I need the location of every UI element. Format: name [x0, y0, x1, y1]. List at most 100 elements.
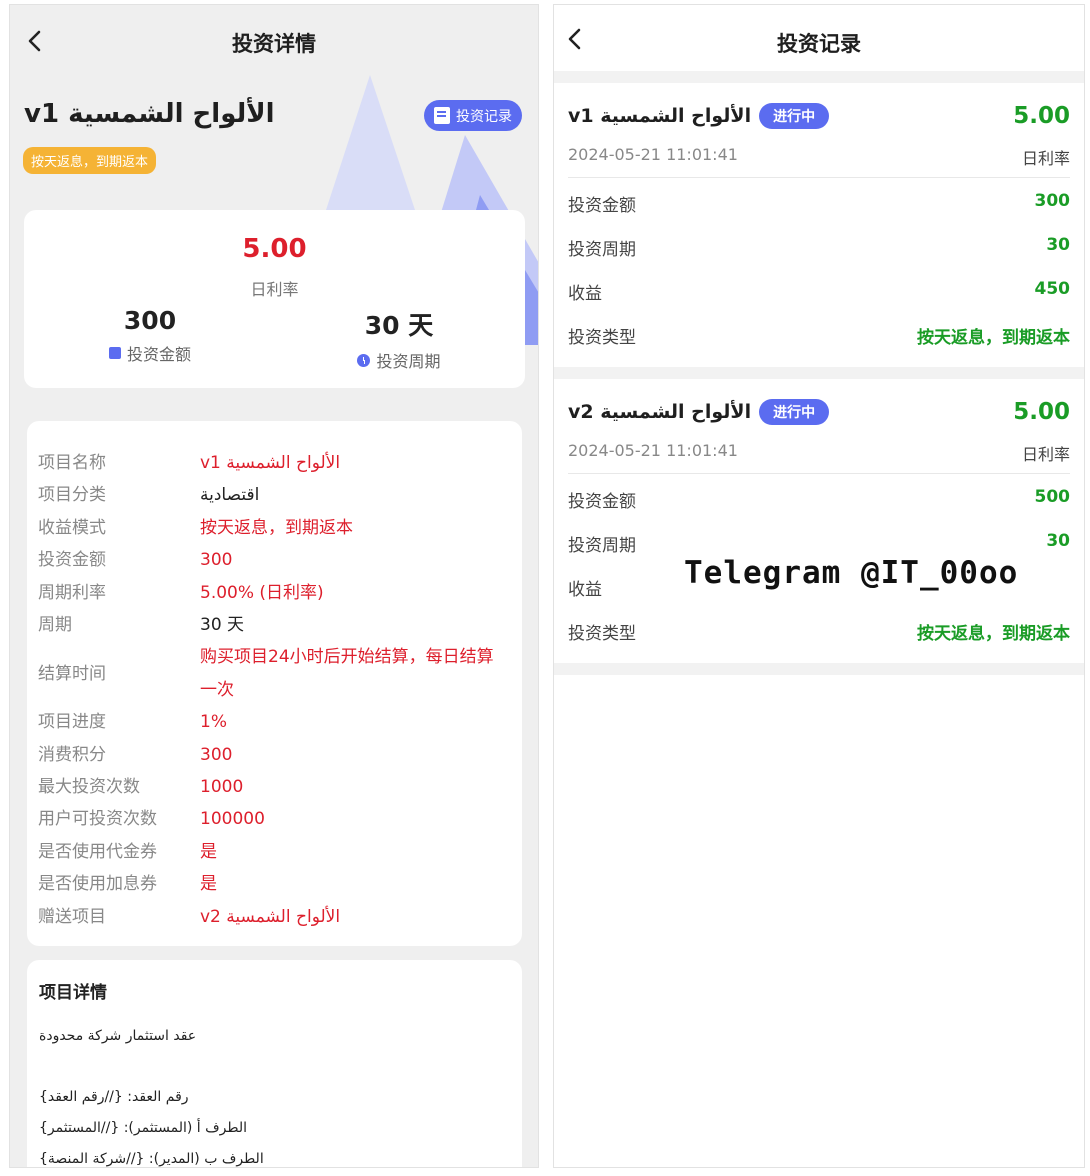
info-value: 1000	[200, 777, 244, 798]
record-rate-label: 日利率	[1021, 149, 1070, 168]
record-time: 2024-05-21 11:01:41	[568, 441, 738, 460]
info-key: 结算时间	[38, 663, 106, 684]
row-key: 收益	[568, 580, 602, 600]
info-value: 1%	[200, 712, 227, 733]
document-icon	[434, 107, 450, 124]
row-key: 投资金额	[568, 492, 636, 512]
info-value: 5.00% (日利率)	[200, 582, 324, 603]
detail-line: رقم العقد: {//رقم العقد}	[39, 1089, 189, 1105]
investment-record-label: 投资记录	[456, 108, 512, 125]
detail-line: عقد استثمار شركة محدودة	[39, 1028, 197, 1044]
info-key: 用户可投资次数	[38, 809, 157, 830]
record-row: 投资金额 500	[568, 487, 1070, 512]
summary-card: 5.00 日利率 300 投资金额 30 天 投资周期	[24, 210, 525, 388]
row-key: 收益	[568, 284, 602, 304]
row-value: 450	[1034, 279, 1071, 299]
row-value: 300	[1034, 191, 1071, 211]
info-key: 是否使用加息券	[38, 874, 157, 895]
info-key: 赠送项目	[38, 906, 106, 927]
record-row: 投资金额 300	[568, 191, 1070, 216]
row-key: 投资类型	[568, 328, 636, 348]
row-key: 投资金额	[568, 196, 636, 216]
info-row: 结算时间 购买项目24小时后开始结算，每日结算一次	[27, 641, 522, 706]
info-row: 项目进度 1%	[27, 706, 522, 738]
info-row: 最大投资次数 1000	[27, 771, 522, 803]
info-key: 周期	[38, 615, 72, 636]
daily-rate-value: 5.00	[242, 234, 307, 264]
record-card[interactable]: v2 الألواح الشمسية 进行中 5.00 2024-05-21 1…	[554, 379, 1084, 663]
info-row: 周期利率 5.00% (日利率)	[27, 577, 522, 609]
investment-records-screen: 投资记录 v1 الألواح الشمسية 进行中 5.00 2024-05…	[553, 4, 1085, 1168]
clock-icon	[357, 353, 371, 367]
daily-rate-label: 日利率	[250, 280, 299, 299]
info-row: 消费积分 300	[27, 739, 522, 771]
period-value: 30 天	[364, 311, 434, 340]
info-card: 项目名称 v1 الألواح الشمسية 项目分类 اقتصادية 收益模式…	[27, 421, 522, 946]
info-row: 项目名称 v1 الألواح الشمسية	[27, 447, 522, 479]
telegram-watermark: Telegram @IT_00oo	[684, 555, 1019, 591]
info-row: 赠送项目 v2 الألواح الشمسية	[27, 901, 522, 933]
row-value: 30	[1046, 531, 1070, 551]
row-key: 投资类型	[568, 624, 636, 644]
info-key: 收益模式	[38, 517, 106, 538]
info-row: 是否使用代金券 是	[27, 836, 522, 868]
info-key: 周期利率	[38, 582, 106, 603]
header: 投资详情	[10, 5, 538, 77]
record-row: 投资类型 按天返息，到期返本	[568, 619, 1070, 644]
row-key: 投资周期	[568, 240, 636, 260]
record-row: 投资周期 30	[568, 235, 1070, 260]
amount-label: 投资金额	[126, 345, 191, 364]
row-value: 按天返息，到期返本	[917, 328, 1070, 348]
info-key: 项目名称	[38, 453, 106, 473]
header: 投资记录	[554, 5, 1084, 71]
period-label: 投资周期	[376, 352, 441, 371]
database-icon	[108, 347, 121, 359]
info-key: 是否使用代金券	[38, 841, 157, 862]
info-value: 购买项目24小时后开始结算，每日结算一次	[200, 647, 494, 700]
divider	[554, 663, 1084, 675]
record-row: 投资类型 按天返息，到期返本	[568, 323, 1070, 348]
record-rate: 5.00	[1013, 103, 1070, 129]
info-key: 消费积分	[38, 744, 106, 765]
row-key: 投资周期	[568, 536, 636, 556]
info-key: 项目分类	[38, 485, 106, 506]
amount-value: 300	[123, 306, 177, 335]
investment-record-button[interactable]: 投资记录	[424, 100, 522, 131]
row-value: 500	[1034, 487, 1071, 507]
project-detail-card: 项目详情 عقد استثمار شركة محدودة رقم العقد: …	[27, 960, 522, 1167]
record-row: 收益 450	[568, 279, 1070, 304]
record-row: 投资周期 30	[568, 531, 1070, 556]
info-row: 项目分类 اقتصادية	[27, 479, 522, 511]
product-name: v1 الألواح الشمسية	[24, 99, 275, 129]
info-row: 用户可投资次数 100000	[27, 803, 522, 835]
row-value: 按天返息，到期返本	[917, 624, 1070, 644]
page-title: 投资详情	[232, 32, 316, 56]
status-badge: 进行中	[759, 399, 830, 425]
record-rate: 5.00	[1013, 399, 1070, 425]
record-time: 2024-05-21 11:01:41	[568, 145, 738, 164]
info-row: 投资金额 300	[27, 544, 522, 576]
info-value: 按天返息，到期返本	[200, 517, 353, 538]
period-stat: 30 天 投资周期	[279, 306, 519, 372]
amount-stat: 300 投资金额	[30, 306, 270, 365]
divider	[554, 367, 1084, 379]
detail-line: الطرف ب (المدير): {//شركة المنصة}	[39, 1151, 264, 1167]
row-value: 30	[1046, 235, 1070, 255]
page-title: 投资记录	[777, 32, 861, 56]
record-rate-label: 日利率	[1021, 445, 1070, 464]
info-value: v1 الألواح الشمسية	[200, 453, 341, 473]
info-value: v2 الألواح الشمسية	[200, 906, 341, 927]
record-name: v1 الألواح الشمسية	[568, 105, 752, 127]
return-mode-tag: 按天返息，到期返本	[23, 147, 157, 174]
info-row: 收益模式 按天返息，到期返本	[27, 512, 522, 544]
info-value: 30 天	[200, 615, 245, 636]
divider	[554, 71, 1084, 83]
info-key: 项目进度	[38, 712, 106, 733]
record-card[interactable]: v1 الألواح الشمسية 进行中 5.00 2024-05-21 1…	[554, 83, 1084, 367]
info-value: 是	[200, 841, 217, 862]
info-key: 最大投资次数	[38, 777, 140, 798]
record-name: v2 الألواح الشمسية	[568, 401, 752, 423]
info-row: 是否使用加息券 是	[27, 868, 522, 900]
info-value: 是	[200, 874, 217, 895]
info-key: 投资金额	[38, 550, 106, 571]
